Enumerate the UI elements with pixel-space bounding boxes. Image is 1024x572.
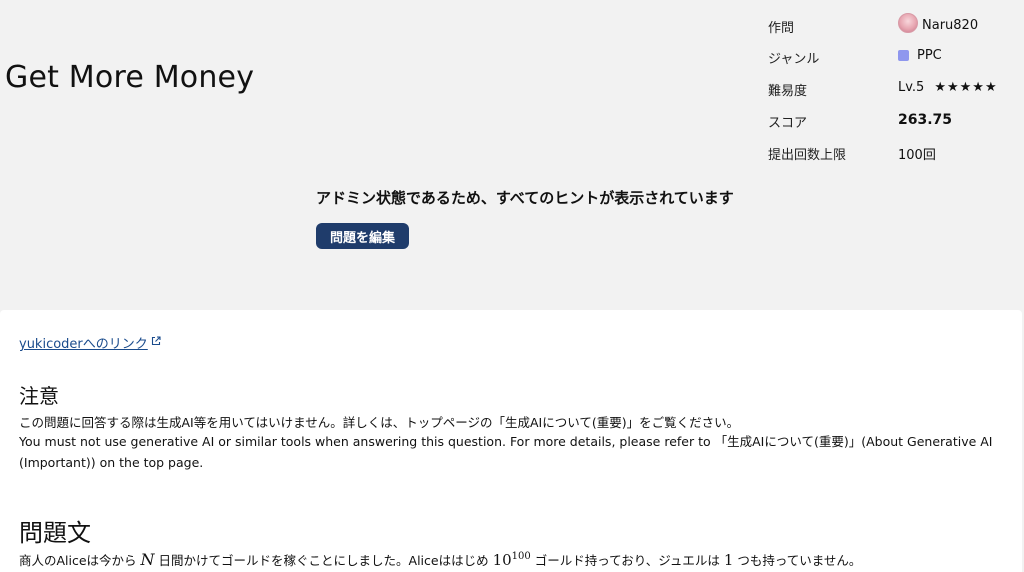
- limit-value: 100回: [898, 148, 936, 163]
- star-rating-icon: ★★★★★: [934, 80, 998, 95]
- statement-heading: 問題文: [19, 519, 91, 547]
- math-exponent: 100: [511, 551, 531, 562]
- math-number-one: 1: [723, 551, 734, 569]
- limit-label: 提出回数上限: [768, 148, 847, 163]
- external-link-icon: [151, 336, 161, 349]
- problem-title: Get More Money: [5, 60, 255, 95]
- caution-text-ja: この問題に回答する際は生成AI等を用いてはいけません。詳しくは、トップページの「…: [19, 415, 740, 430]
- author-name[interactable]: Naru820: [922, 18, 978, 33]
- level-value: Lv.5: [898, 80, 925, 95]
- genre-color-icon: [898, 50, 909, 61]
- avatar[interactable]: [898, 13, 918, 33]
- math-power: 10100: [493, 551, 531, 569]
- math-base: 10: [492, 551, 512, 569]
- meta-row-genre: ジャンル PPC: [768, 45, 1018, 67]
- genre-value: PPC: [917, 48, 942, 63]
- caution-text-en: You must not use generative AI or simila…: [19, 434, 993, 470]
- score-value: 263.75: [898, 112, 953, 128]
- problem-statement: 商人のAliceは今から N 日間かけてゴールドを稼ぐことにしました。Alice…: [19, 550, 861, 569]
- score-label: スコア: [768, 116, 808, 131]
- edit-problem-button[interactable]: 問題を編集: [316, 223, 409, 249]
- yukicoder-link[interactable]: yukicoderへのリンク: [19, 333, 161, 352]
- meta-row-score: スコア 263.75: [768, 109, 1018, 131]
- math-variable-n: N: [140, 550, 155, 569]
- meta-row-limit: 提出回数上限 100回: [768, 141, 1018, 163]
- meta-row-difficulty: 難易度 Lv.5 ★★★★★: [768, 77, 1018, 99]
- statement-text: 商人のAliceは今から: [19, 553, 141, 568]
- genre-label: ジャンル: [768, 52, 820, 67]
- statement-text: つも持っていません。: [733, 553, 862, 568]
- caution-heading: 注意: [19, 384, 59, 408]
- difficulty-label: 難易度: [768, 84, 808, 99]
- admin-notice: アドミン状態であるため、すべてのヒントが表示されています: [316, 189, 734, 207]
- statement-text: ゴールド持っており、ジュエルは: [530, 553, 724, 568]
- statement-text: 日間かけてゴールドを稼ぐことにしました。Aliceははじめ: [154, 553, 493, 568]
- meta-row-author: 作問 Naru820: [768, 13, 1018, 36]
- yukicoder-link-label[interactable]: yukicoderへのリンク: [19, 333, 148, 352]
- problem-content-panel: yukicoderへのリンク 注意 この問題に回答する際は生成AI等を用いてはい…: [0, 310, 1022, 572]
- author-label: 作問: [768, 21, 795, 36]
